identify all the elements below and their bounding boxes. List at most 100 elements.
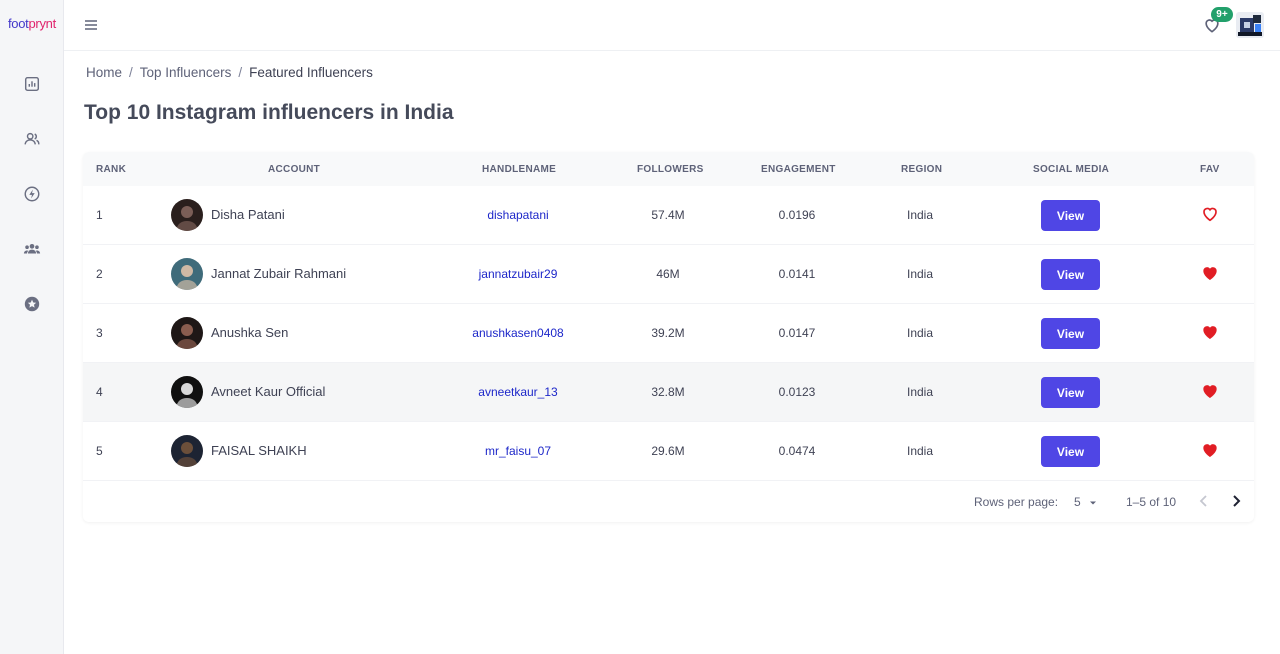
logo-text-part1: foot (8, 16, 29, 31)
menu-toggle-button[interactable] (83, 17, 99, 33)
chevron-right-icon (1233, 495, 1241, 507)
followers-value: 57.4M (651, 208, 685, 222)
view-social-button[interactable]: View (1041, 200, 1100, 231)
handle-text: jannatzubair29 (478, 267, 558, 281)
breadcrumb-current: Featured Influencers (249, 65, 373, 80)
region-value: India (906, 267, 934, 281)
heart-icon (1203, 385, 1217, 399)
sidebar-item-influencers[interactable] (20, 127, 44, 151)
avatar (171, 376, 203, 408)
table-row: 4 Avneet Kaur Official avneetkaur_13 32.8M 0… (83, 363, 1254, 422)
avatar-image (1236, 12, 1264, 38)
followers-value: 46M (656, 267, 680, 281)
sidebar-item-dashboard[interactable] (20, 72, 44, 96)
column-header-handlename[interactable]: HANDLENAME (482, 164, 556, 175)
breadcrumb: Home / Top Influencers / Featured Influe… (86, 65, 373, 80)
column-header-engagement[interactable]: ENGAGEMENT (761, 164, 836, 175)
table-pagination: Rows per page: 5 1–5 of 10 (83, 485, 1254, 515)
column-header-account[interactable]: ACCOUNT (268, 164, 320, 175)
heart-icon (1203, 444, 1217, 458)
column-header-fav[interactable]: FAV (1200, 164, 1220, 175)
chevron-down-icon (1090, 501, 1097, 505)
fav-toggle[interactable] (1200, 440, 1220, 460)
rows-per-page-value: 5 (1074, 495, 1081, 509)
avatar-image (171, 435, 203, 467)
fav-toggle[interactable] (1200, 381, 1220, 401)
influencers-table-card: RANK ACCOUNT HANDLENAME FOLLOWERS ENGAGE… (83, 152, 1254, 522)
menu-icon (85, 20, 97, 30)
table-row: 2 Jannat Zubair Rahmani jannatzubair29 46M 0… (83, 245, 1254, 304)
avatar-image (171, 376, 203, 408)
sidebar-item-groups[interactable] (20, 237, 44, 261)
avatar (171, 317, 203, 349)
view-social-button[interactable]: View (1041, 259, 1100, 290)
handle-text: avneetkaur_13 (478, 385, 558, 399)
region-value: India (906, 385, 934, 399)
column-header-region[interactable]: REGION (901, 164, 942, 175)
sidebar-item-favorites[interactable] (20, 292, 44, 316)
breadcrumb-top-influencers[interactable]: Top Influencers (140, 65, 232, 80)
followers-value: 32.8M (651, 385, 685, 399)
avatar-image (171, 317, 203, 349)
notification-badge: 9+ (1211, 7, 1233, 22)
users-icon (24, 132, 40, 145)
sidebar-item-campaigns[interactable] (20, 182, 44, 206)
region-value: India (906, 208, 934, 222)
fav-toggle[interactable] (1200, 204, 1220, 224)
column-header-rank[interactable]: RANK (96, 164, 126, 175)
heart-icon (1203, 207, 1217, 222)
view-social-button[interactable]: View (1041, 377, 1100, 408)
previous-page-button[interactable] (1196, 493, 1212, 509)
column-header-followers[interactable]: FOLLOWERS (637, 164, 704, 175)
chart-icon (24, 76, 40, 92)
rank-cell: 5 (96, 444, 103, 458)
avatar (171, 258, 203, 290)
avatar-image (171, 199, 203, 231)
app-logo[interactable]: footprynt (8, 16, 56, 31)
engagement-value: 0.0147 (778, 326, 816, 340)
user-avatar[interactable] (1236, 12, 1264, 38)
rows-per-page-label: Rows per page: (974, 495, 1059, 509)
heart-icon (1203, 326, 1217, 340)
chevron-left-icon (1199, 495, 1207, 507)
account-name: Anushka Sen (211, 325, 289, 340)
topbar: 9+ (64, 0, 1280, 51)
pagination-range: 1–5 of 10 (1126, 495, 1177, 509)
lightning-icon (24, 186, 40, 202)
next-page-button[interactable] (1228, 493, 1244, 509)
followers-value: 29.6M (651, 444, 685, 458)
column-header-social-media[interactable]: SOCIAL MEDIA (1033, 164, 1109, 175)
breadcrumb-home[interactable]: Home (86, 65, 122, 80)
account-name: Disha Patani (211, 207, 285, 222)
handle-text: dishapatani (487, 208, 549, 222)
handle-text: mr_faisu_07 (484, 444, 552, 458)
region-value: India (906, 444, 934, 458)
fav-toggle[interactable] (1200, 322, 1220, 342)
account-name: FAISAL SHAIKH (211, 443, 307, 458)
table-row: 5 FAISAL SHAIKH mr_faisu_07 29.6M 0.0474 Indi… (83, 422, 1254, 481)
account-name: Avneet Kaur Official (211, 384, 326, 399)
table-header: RANK ACCOUNT HANDLENAME FOLLOWERS ENGAGE… (83, 152, 1254, 186)
rank-cell: 1 (96, 208, 103, 222)
heart-icon (1203, 267, 1217, 281)
engagement-value: 0.0141 (778, 267, 816, 281)
breadcrumb-separator: / (129, 65, 133, 80)
avatar-image (171, 258, 203, 290)
engagement-value: 0.0123 (778, 385, 816, 399)
table-row: 1 Disha Patani dishapatani 57.4M 0.0196 India… (83, 186, 1254, 245)
rank-cell: 4 (96, 385, 103, 399)
engagement-value: 0.0474 (778, 444, 816, 458)
avatar (171, 435, 203, 467)
followers-value: 39.2M (651, 326, 685, 340)
group-icon (23, 243, 41, 254)
table-row: 3 Anushka Sen anushkasen0408 39.2M 0.0147 Ind… (83, 304, 1254, 363)
rows-per-page-select[interactable]: 5 (1074, 495, 1098, 509)
view-social-button[interactable]: View (1041, 436, 1100, 467)
page-title: Top 10 Instagram influencers in India (84, 101, 454, 124)
region-value: India (906, 326, 934, 340)
engagement-value: 0.0196 (778, 208, 816, 222)
fav-toggle[interactable] (1200, 263, 1220, 283)
star-icon (24, 296, 40, 312)
rank-cell: 3 (96, 326, 103, 340)
view-social-button[interactable]: View (1041, 318, 1100, 349)
